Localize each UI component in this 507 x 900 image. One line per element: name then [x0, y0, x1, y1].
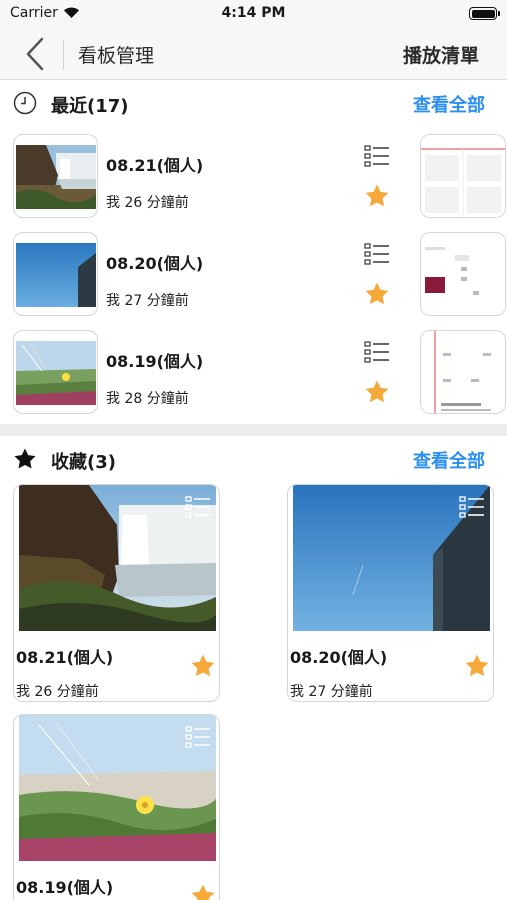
favorites-title: 收藏(3) [51, 452, 116, 473]
board-owner: 我 [106, 391, 120, 407]
favorite-card[interactable]: 08.19(個人) [13, 714, 220, 900]
list-icon[interactable] [364, 242, 390, 266]
favorites-view-all-link[interactable]: 查看全部 [413, 447, 485, 473]
board-owner: 我 [290, 684, 304, 700]
recent-title: 最近(17) [51, 96, 129, 117]
board-thumbnail [293, 485, 490, 631]
board-name: 08.21(個人) [16, 648, 114, 667]
navigation-bar: 看板管理 播放清單 [0, 28, 507, 80]
recent-item[interactable]: 08.20(個人) 我 27 分鐘前 [0, 232, 507, 322]
board-meta: 我 28 分鐘前 [106, 388, 189, 408]
board-time: 27 分鐘前 [308, 684, 373, 700]
list-icon[interactable] [185, 725, 211, 749]
star-icon [14, 448, 36, 469]
star-icon[interactable] [364, 183, 390, 209]
section-divider [0, 424, 507, 436]
list-icon[interactable] [364, 144, 390, 168]
favorite-card[interactable]: 08.20(個人) 我 27 分鐘前 [287, 484, 494, 702]
board-name: 08.20(個人) [106, 254, 204, 273]
playlist-button[interactable]: 播放清單 [403, 41, 479, 68]
back-chevron-icon[interactable] [22, 36, 48, 72]
board-thumbnail [13, 232, 98, 316]
board-owner: 我 [106, 293, 120, 309]
board-name: 08.20(個人) [290, 648, 388, 667]
board-name: 08.19(個人) [16, 878, 114, 897]
board-thumbnail [13, 134, 98, 218]
board-meta: 我 27 分鐘前 [106, 290, 189, 310]
star-icon[interactable] [190, 883, 216, 900]
board-preview [420, 232, 506, 316]
board-meta: 我 27 分鐘前 [290, 681, 373, 701]
star-icon[interactable] [364, 379, 390, 405]
status-bar: Carrier 4:14 PM [0, 0, 507, 28]
board-owner: 我 [16, 684, 30, 700]
battery-icon [469, 7, 500, 20]
nav-divider [63, 40, 64, 70]
board-thumbnail [19, 715, 216, 861]
page-title: 看板管理 [78, 45, 155, 67]
list-icon[interactable] [459, 495, 485, 519]
star-icon[interactable] [190, 653, 216, 679]
board-thumbnail [13, 330, 98, 414]
board-name: 08.21(個人) [106, 156, 204, 175]
favorite-card[interactable]: 08.21(個人) 我 26 分鐘前 [13, 484, 220, 702]
recent-view-all-link[interactable]: 查看全部 [413, 91, 485, 117]
board-preview [420, 134, 506, 218]
list-icon[interactable] [185, 495, 211, 519]
star-icon[interactable] [364, 281, 390, 307]
recent-item[interactable]: 08.21(個人) 我 26 分鐘前 [0, 134, 507, 224]
board-owner: 我 [106, 195, 120, 211]
list-icon[interactable] [364, 340, 390, 364]
board-name: 08.19(個人) [106, 352, 204, 371]
board-meta: 我 26 分鐘前 [16, 681, 99, 701]
recent-section-header: 最近(17) 查看全部 [0, 80, 507, 126]
board-preview [420, 330, 506, 414]
board-time: 27 分鐘前 [124, 293, 189, 309]
star-icon[interactable] [464, 653, 490, 679]
board-thumbnail [19, 485, 216, 631]
board-time: 26 分鐘前 [34, 684, 99, 700]
board-meta: 我 26 分鐘前 [106, 192, 189, 212]
board-time: 28 分鐘前 [124, 391, 189, 407]
board-time: 26 分鐘前 [124, 195, 189, 211]
recent-item[interactable]: 08.19(個人) 我 28 分鐘前 [0, 330, 507, 420]
clock-time: 4:14 PM [221, 5, 286, 21]
clock-icon [13, 91, 37, 115]
favorites-section-header: 收藏(3) 查看全部 [0, 436, 507, 482]
